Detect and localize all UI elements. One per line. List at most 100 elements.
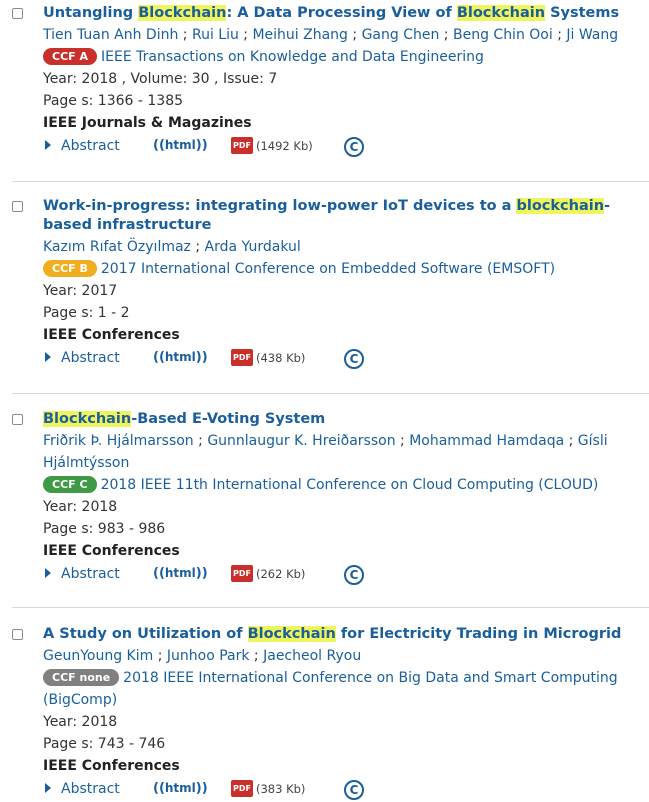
- author-link[interactable]: Jaecheol Ryou: [263, 648, 361, 664]
- html-bracket-icon: )): [195, 138, 208, 153]
- venue-link[interactable]: 2018 IEEE 11th International Conference …: [101, 477, 599, 493]
- title-highlight-term: Blockchain: [247, 626, 336, 642]
- author-separator: ;: [193, 433, 208, 449]
- html-bracket-icon: )): [195, 781, 208, 796]
- publication-type: IEEE Journals & Magazines: [43, 115, 252, 131]
- venue-line: CCF none 2018 IEEE International Conferen…: [43, 667, 649, 711]
- venue-link[interactable]: 2017 International Conference on Embedde…: [101, 261, 555, 277]
- author-separator: ;: [395, 433, 410, 449]
- author-link[interactable]: Beng Chin Ooi: [453, 27, 553, 43]
- result-item: Work-in-progress: integrating low-power …: [0, 197, 643, 371]
- title-text: -Based E-Voting System: [131, 411, 326, 427]
- author-link[interactable]: Rui Liu: [192, 27, 239, 43]
- pdf-file-size: (262 Kb): [256, 566, 306, 581]
- select-result-checkbox[interactable]: [12, 201, 23, 212]
- title-highlight-term: blockchain: [516, 198, 605, 214]
- select-result-checkbox[interactable]: [12, 414, 23, 425]
- html-label: html: [164, 566, 196, 580]
- year-volume-issue: Year: 2017: [43, 283, 118, 299]
- pdf-download-link[interactable]: PDF (262 Kb): [231, 565, 305, 582]
- abstract-label: Abstract: [61, 350, 120, 366]
- copyright-icon[interactable]: C: [344, 349, 364, 369]
- caret-right-icon: [45, 783, 51, 793]
- pdf-file-size: (383 Kb): [256, 781, 306, 796]
- author-link[interactable]: Friðrik Þ. Hjálmarsson: [43, 433, 194, 449]
- html-fulltext-button[interactable]: ((html)): [153, 138, 208, 153]
- title-highlight-term: Blockchain: [43, 411, 132, 427]
- author-link[interactable]: Gang Chen: [362, 27, 440, 43]
- html-fulltext-button[interactable]: ((html)): [153, 566, 208, 581]
- publication-type: IEEE Conferences: [43, 758, 180, 774]
- html-bracket-icon: ((: [153, 781, 165, 796]
- result-actions: Abstract ((html)) PDF (438 Kb) C: [43, 347, 643, 371]
- author-separator: ;: [153, 648, 167, 664]
- result-divider: [12, 607, 649, 608]
- caret-right-icon: [45, 352, 51, 362]
- result-title-link[interactable]: Untangling Blockchain: A Data Processing…: [43, 4, 633, 23]
- publication-type: IEEE Conferences: [43, 327, 180, 343]
- author-separator: ;: [347, 27, 362, 43]
- result-title-link[interactable]: A Study on Utilization of Blockchain for…: [43, 625, 633, 644]
- page-range: Page s: 983 - 986: [43, 521, 166, 537]
- pdf-icon: PDF: [231, 565, 253, 582]
- html-fulltext-button[interactable]: ((html)): [153, 350, 208, 365]
- abstract-toggle[interactable]: Abstract: [45, 781, 120, 797]
- abstract-toggle[interactable]: Abstract: [45, 138, 120, 154]
- title-text: Systems: [545, 5, 620, 21]
- venue-link[interactable]: IEEE Transactions on Knowledge and Data …: [101, 49, 484, 65]
- html-bracket-icon: ((: [153, 138, 165, 153]
- page-range: Page s: 1366 - 1385: [43, 93, 184, 109]
- author-link[interactable]: GeunYoung Kim: [43, 648, 153, 664]
- author-link[interactable]: Arda Yurdakul: [205, 239, 301, 255]
- pdf-download-link[interactable]: PDF (383 Kb): [231, 780, 305, 797]
- pdf-file-size: (438 Kb): [256, 350, 306, 365]
- html-label: html: [164, 138, 196, 152]
- author-link[interactable]: Ji Wang: [566, 27, 618, 43]
- pdf-icon: PDF: [231, 137, 253, 154]
- copyright-icon[interactable]: C: [344, 137, 364, 157]
- author-link[interactable]: Kazım Rıfat Özyılmaz: [43, 239, 191, 255]
- select-result-checkbox[interactable]: [12, 8, 23, 19]
- author-list: Friðrik Þ. Hjálmarsson ; Gunnlaugur K. H…: [43, 430, 643, 474]
- result-actions: Abstract ((html)) PDF (1492 Kb) C: [43, 135, 643, 159]
- page-range: Page s: 1 - 2: [43, 305, 130, 321]
- author-link[interactable]: Mohammad Hamdaqa: [409, 433, 564, 449]
- author-separator: ;: [178, 27, 192, 43]
- title-text: : A Data Processing View of: [226, 5, 457, 21]
- abstract-label: Abstract: [61, 781, 120, 797]
- result-divider: [12, 181, 649, 182]
- abstract-label: Abstract: [61, 138, 120, 154]
- author-link[interactable]: Meihui Zhang: [252, 27, 347, 43]
- author-separator: ;: [552, 27, 567, 43]
- title-text: Work-in-progress: integrating low-power …: [43, 198, 517, 214]
- year-volume-issue: Year: 2018: [43, 499, 118, 515]
- copyright-icon[interactable]: C: [344, 565, 364, 585]
- author-link[interactable]: Tien Tuan Anh Dinh: [43, 27, 178, 43]
- copyright-icon[interactable]: C: [344, 780, 364, 800]
- abstract-toggle[interactable]: Abstract: [45, 566, 120, 582]
- caret-right-icon: [45, 140, 51, 150]
- pdf-download-link[interactable]: PDF (1492 Kb): [231, 137, 313, 154]
- result-title-link[interactable]: Work-in-progress: integrating low-power …: [43, 197, 633, 235]
- select-result-checkbox[interactable]: [12, 629, 23, 640]
- html-fulltext-button[interactable]: ((html)): [153, 781, 208, 796]
- pdf-download-link[interactable]: PDF (438 Kb): [231, 349, 305, 366]
- author-separator: ;: [190, 239, 205, 255]
- author-list: Kazım Rıfat Özyılmaz ; Arda Yurdakul: [43, 236, 643, 258]
- page-range: Page s: 743 - 746: [43, 736, 166, 752]
- author-link[interactable]: Junhoo Park: [167, 648, 250, 664]
- abstract-toggle[interactable]: Abstract: [45, 350, 120, 366]
- venue-line: CCF A IEEE Transactions on Knowledge and …: [43, 46, 643, 68]
- html-bracket-icon: )): [195, 566, 208, 581]
- author-list: Tien Tuan Anh Dinh ; Rui Liu ; Meihui Zh…: [43, 24, 643, 46]
- author-link[interactable]: Gunnlaugur K. Hreiðarsson: [207, 433, 395, 449]
- ccf-rank-badge: CCF none: [43, 669, 120, 686]
- year-volume-issue: Year: 2018 , Volume: 30 , Issue: 7: [43, 71, 278, 87]
- author-separator: ;: [238, 27, 253, 43]
- venue-link[interactable]: 2018 IEEE International Conference on Bi…: [43, 670, 618, 708]
- author-separator: ;: [564, 433, 578, 449]
- result-item: Untangling Blockchain: A Data Processing…: [0, 4, 643, 159]
- year-volume-issue: Year: 2018: [43, 714, 118, 730]
- result-title-link[interactable]: Blockchain-Based E-Voting System: [43, 410, 633, 429]
- abstract-label: Abstract: [61, 566, 120, 582]
